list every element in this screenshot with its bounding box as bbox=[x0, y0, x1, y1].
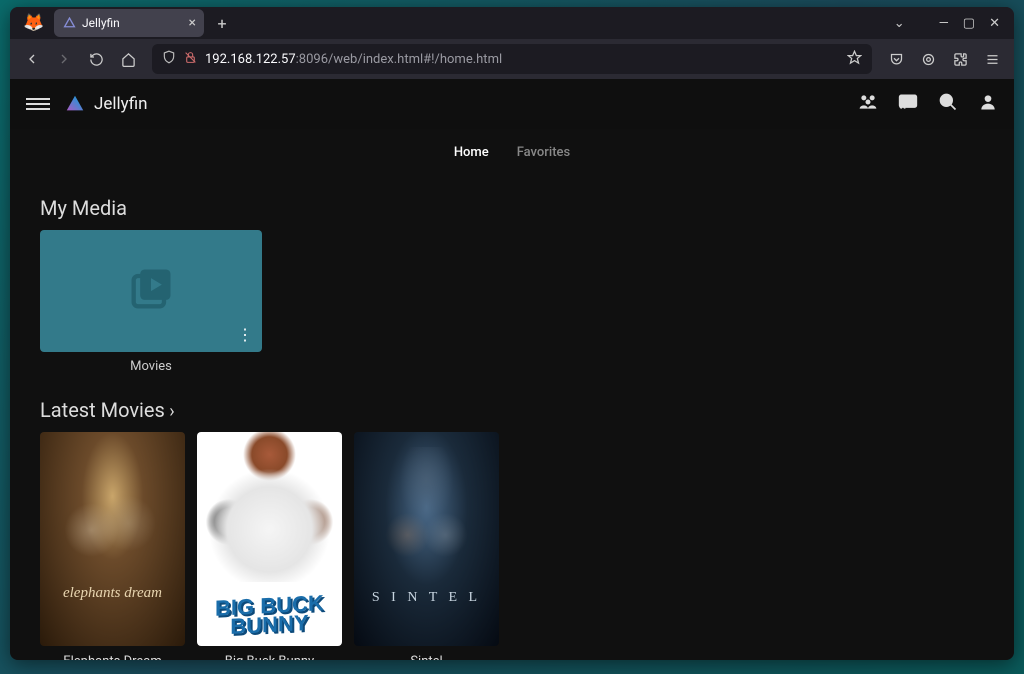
movie-card[interactable]: BIG BUCKBUNNY Big Buck Bunny 2008 bbox=[197, 432, 342, 660]
app-header: Jellyfin bbox=[10, 79, 1014, 129]
tab-title: Jellyfin bbox=[82, 16, 120, 30]
tabs-dropdown-icon[interactable]: ⌄ bbox=[894, 16, 905, 31]
user-icon[interactable] bbox=[978, 92, 998, 116]
pocket-icon[interactable] bbox=[882, 45, 910, 73]
home-button[interactable] bbox=[114, 45, 142, 73]
library-item[interactable]: ⋮ Movies bbox=[40, 230, 262, 374]
new-tab-button[interactable]: + bbox=[210, 11, 234, 35]
movie-poster: S I N T E L bbox=[354, 432, 499, 646]
jellyfin-logo-icon bbox=[64, 93, 86, 115]
menu-button[interactable] bbox=[26, 92, 50, 116]
browser-tab[interactable]: Jellyfin × bbox=[54, 9, 204, 37]
lock-insecure-icon[interactable] bbox=[184, 51, 197, 68]
movie-title: Big Buck Bunny bbox=[197, 654, 342, 660]
section-title-my-media: My Media bbox=[40, 196, 984, 220]
container-icon[interactable] bbox=[914, 45, 942, 73]
reload-button[interactable] bbox=[82, 45, 110, 73]
app-logo[interactable]: Jellyfin bbox=[64, 93, 148, 115]
bookmark-icon[interactable] bbox=[847, 50, 862, 69]
app-menu-icon[interactable] bbox=[978, 45, 1006, 73]
movie-poster: elephants dream bbox=[40, 432, 185, 646]
url-path: :8096/web/index.html#!/home.html bbox=[296, 52, 502, 67]
movie-card[interactable]: elephants dream Elephants Dream 2006 bbox=[40, 432, 185, 660]
minimize-icon[interactable]: — bbox=[939, 16, 949, 31]
forward-button[interactable] bbox=[50, 45, 78, 73]
tab-favicon bbox=[62, 16, 76, 30]
cast-icon[interactable] bbox=[898, 92, 918, 116]
browser-titlebar: 🦊 Jellyfin × + ⌄ — ▢ ✕ bbox=[10, 7, 1014, 39]
section-title-latest-movies[interactable]: Latest Movies bbox=[40, 398, 984, 422]
address-bar[interactable]: 192.168.122.57:8096/web/index.html#!/hom… bbox=[152, 44, 872, 74]
library-card-movies: ⋮ bbox=[40, 230, 262, 352]
sync-play-icon[interactable] bbox=[858, 92, 878, 116]
movie-title: Elephants Dream bbox=[40, 654, 185, 660]
tab-favorites[interactable]: Favorites bbox=[517, 139, 570, 166]
tab-home[interactable]: Home bbox=[454, 139, 489, 166]
app-tabs: Home Favorites bbox=[10, 129, 1014, 176]
kebab-icon[interactable]: ⋮ bbox=[237, 325, 252, 344]
maximize-icon[interactable]: ▢ bbox=[963, 16, 975, 31]
app-name: Jellyfin bbox=[94, 94, 148, 114]
extensions-icon[interactable] bbox=[946, 45, 974, 73]
browser-toolbar: 192.168.122.57:8096/web/index.html#!/hom… bbox=[10, 39, 1014, 79]
search-icon[interactable] bbox=[938, 92, 958, 116]
collection-play-icon bbox=[125, 263, 177, 319]
movie-title: Sintel bbox=[354, 654, 499, 660]
url-host: 192.168.122.57 bbox=[205, 52, 296, 67]
movie-poster: BIG BUCKBUNNY bbox=[197, 432, 342, 646]
library-label: Movies bbox=[40, 359, 262, 374]
movie-card[interactable]: S I N T E L Sintel 2010 bbox=[354, 432, 499, 660]
back-button[interactable] bbox=[18, 45, 46, 73]
firefox-icon: 🦊 bbox=[14, 13, 54, 33]
close-icon[interactable]: ✕ bbox=[989, 16, 1000, 31]
shield-icon[interactable] bbox=[162, 50, 176, 68]
tab-close-icon[interactable]: × bbox=[189, 15, 196, 31]
